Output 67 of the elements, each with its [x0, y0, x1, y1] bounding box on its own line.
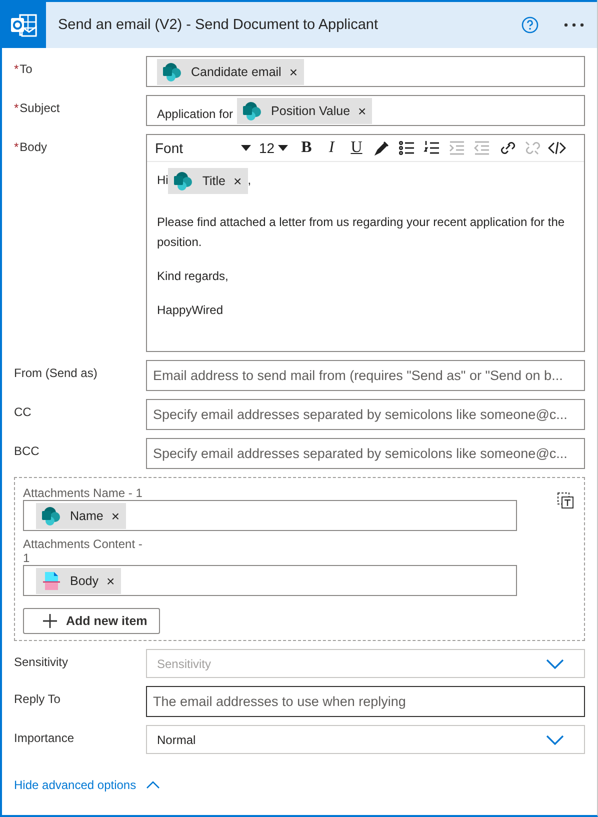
input-field[interactable]: Email address to send mail from (requires "Send as" or "Send on b...	[146, 360, 585, 391]
input-field[interactable]: Name ×	[23, 500, 517, 531]
token-chip[interactable]: Title ×	[168, 168, 248, 194]
more-options-icon[interactable]	[563, 22, 585, 28]
hide-advanced-link[interactable]: Hide advanced options	[14, 778, 585, 792]
indent-icon	[448, 139, 466, 157]
field-label: Reply To	[14, 691, 62, 706]
input-field[interactable]: Specify email addresses separated by semicolons like someone@c...	[146, 399, 585, 430]
sharepoint-icon	[172, 170, 194, 192]
field-label: Importance	[14, 730, 76, 745]
body-text: Please find attached a letter from us regarding your recent application for the position.	[157, 215, 565, 249]
remove-token[interactable]: ×	[111, 508, 120, 524]
plus-icon	[42, 613, 58, 629]
body-text: ,	[248, 173, 252, 188]
field-label: *Subject	[14, 100, 61, 115]
sharepoint-icon	[40, 504, 62, 526]
field-label: Attachments Name - 1	[23, 486, 144, 500]
format-button[interactable]: B	[295, 137, 318, 159]
format-button[interactable]: I	[320, 137, 343, 159]
input-field[interactable]: Specify email addresses separated by semicolons like someone@c...	[146, 438, 585, 469]
remove-token[interactable]: ×	[289, 64, 298, 80]
input-field[interactable]: Application for Position Value ×	[146, 95, 585, 126]
unlink-icon	[522, 139, 540, 157]
outdent-icon	[472, 139, 490, 157]
dashed-frame-icon[interactable]	[557, 492, 574, 509]
field-label: *Body	[14, 139, 48, 154]
required-mark: *	[14, 140, 19, 154]
caret-icon	[241, 145, 251, 151]
font-dropdown[interactable]: Font	[151, 140, 255, 156]
token-chip[interactable]: Body ×	[36, 568, 121, 594]
code-icon	[548, 139, 566, 157]
sharepoint-icon	[241, 100, 264, 122]
input-field[interactable]: Candidate email ×	[146, 56, 585, 87]
chevron-up-icon	[146, 781, 160, 789]
help-icon[interactable]	[521, 16, 539, 34]
body-text: Hi	[157, 173, 168, 188]
color-icon	[372, 139, 390, 157]
input-field[interactable]: The email addresses to use when replying	[146, 686, 585, 717]
chevron-down-icon	[546, 658, 564, 668]
chevron-down-icon	[546, 734, 564, 744]
token-chip[interactable]: Position Value ×	[237, 98, 372, 124]
field-label: Attachments Content - 1	[23, 537, 144, 565]
dropdown[interactable]: Normal	[146, 725, 585, 754]
field-label: BCC	[14, 443, 40, 458]
token-chip[interactable]: Name ×	[36, 502, 126, 528]
rich-text-editor[interactable]: Font 12 B I U Hi Title × , Please find attached a letter from us regarding your recent application for the position. Kind regards, HappyWired	[146, 134, 585, 352]
caret-icon	[278, 145, 288, 151]
field-label: Sensitivity	[14, 654, 70, 669]
body-text: HappyWired	[157, 303, 224, 317]
token-chip[interactable]: Candidate email ×	[157, 58, 304, 84]
body-text: Kind regards,	[157, 269, 228, 283]
add-new-item-button[interactable]: Add new item	[23, 608, 160, 634]
format-button[interactable]: U	[345, 137, 368, 159]
remove-token[interactable]: ×	[234, 171, 242, 191]
input-field[interactable]: Body ×	[23, 565, 517, 596]
remove-token[interactable]: ×	[358, 102, 366, 118]
document-icon	[40, 570, 62, 592]
sharepoint-icon	[161, 60, 183, 82]
bullets-icon	[398, 139, 416, 157]
required-mark: *	[14, 101, 19, 115]
field-label: *To	[14, 61, 34, 76]
card-title: Send an email (V2) - Send Document to Applicant	[58, 17, 379, 33]
field-label: From (Send as)	[14, 365, 98, 380]
field-label: CC	[14, 404, 32, 419]
size-dropdown[interactable]: 12	[257, 140, 293, 156]
remove-token[interactable]: ×	[106, 572, 115, 588]
required-mark: *	[14, 62, 19, 76]
